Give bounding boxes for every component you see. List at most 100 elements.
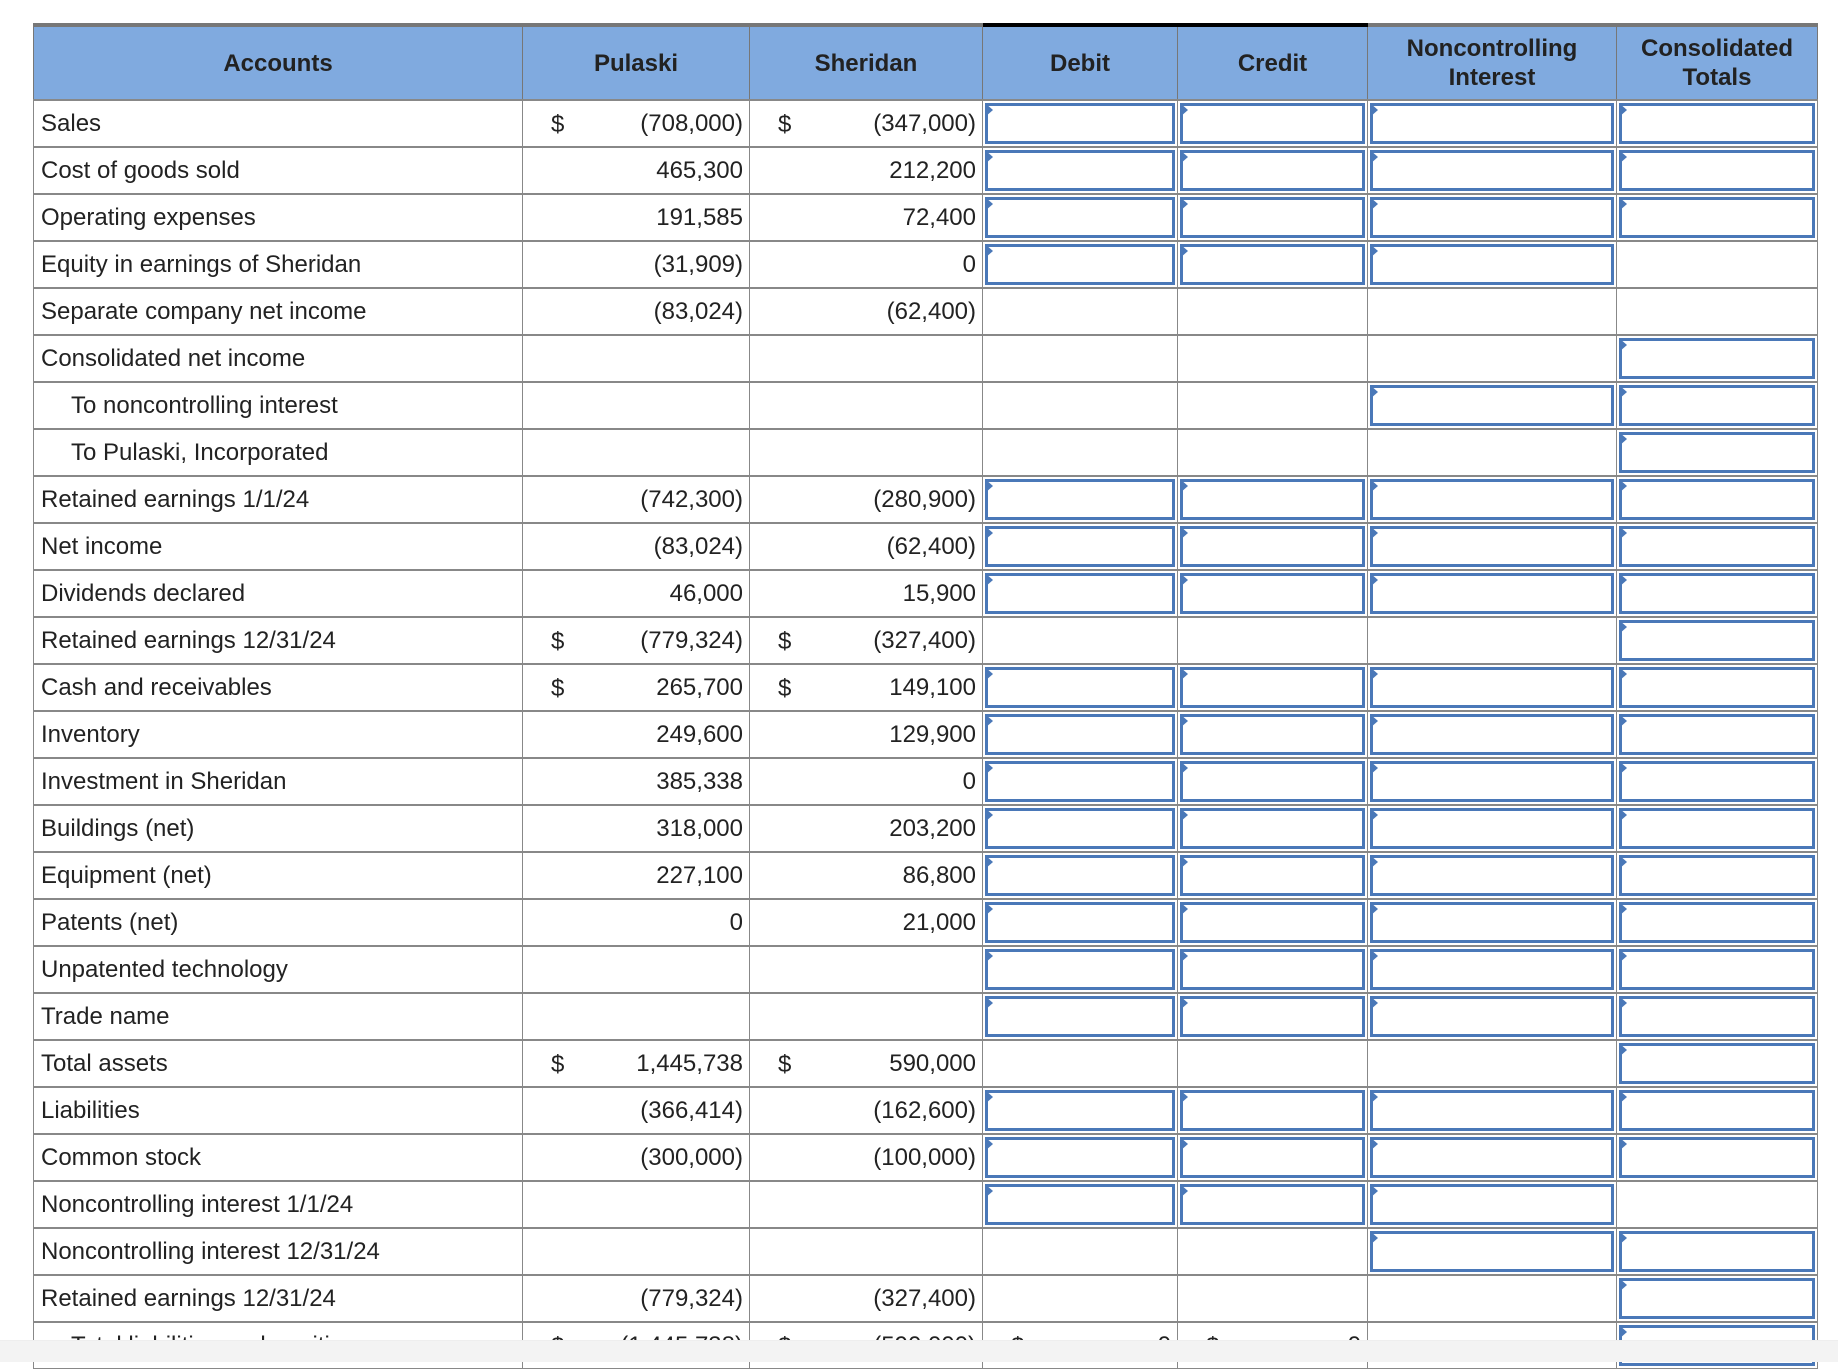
consolidated-totals-input[interactable]	[1619, 338, 1815, 379]
consolidated-totals-input[interactable]	[1619, 1278, 1815, 1319]
consolidated-totals-input[interactable]	[1619, 902, 1815, 943]
noncontrolling-interest-input[interactable]	[1370, 667, 1614, 708]
consolidated-totals-input[interactable]	[1619, 1090, 1815, 1131]
credit-cell	[1177, 851, 1368, 900]
debit-input[interactable]	[985, 761, 1175, 802]
noncontrolling-interest-input[interactable]	[1370, 714, 1614, 755]
noncontrolling-interest-input[interactable]	[1370, 573, 1614, 614]
noncontrolling-interest-input[interactable]	[1370, 526, 1614, 567]
noncontrolling-interest-input[interactable]	[1370, 855, 1614, 896]
noncontrolling-interest-input[interactable]	[1370, 996, 1614, 1037]
credit-input[interactable]	[1180, 479, 1365, 520]
credit-input[interactable]	[1180, 150, 1365, 191]
consolidated-totals-input[interactable]	[1619, 761, 1815, 802]
noncontrolling-interest-input[interactable]	[1370, 244, 1614, 285]
debit-input[interactable]	[985, 667, 1175, 708]
credit-input[interactable]	[1180, 103, 1365, 144]
noncontrolling-interest-input[interactable]	[1370, 1184, 1614, 1225]
consolidated-totals-input[interactable]	[1619, 573, 1815, 614]
table-row: Inventory 249,600 129,900	[33, 710, 1818, 759]
sheridan-cell: 0	[749, 240, 983, 289]
noncontrolling-interest-input[interactable]	[1370, 1137, 1614, 1178]
debit-input[interactable]	[985, 996, 1175, 1037]
debit-input[interactable]	[985, 714, 1175, 755]
sheridan-cell	[749, 945, 983, 994]
debit-input[interactable]	[985, 150, 1175, 191]
debit-cell	[982, 522, 1178, 571]
credit-input[interactable]	[1180, 808, 1365, 849]
pulaski-cell: 191,585	[522, 193, 750, 242]
credit-input[interactable]	[1180, 949, 1365, 990]
credit-input[interactable]	[1180, 761, 1365, 802]
account-label: Common stock	[33, 1133, 523, 1182]
debit-input[interactable]	[985, 855, 1175, 896]
consolidated-totals-input[interactable]	[1619, 667, 1815, 708]
pulaski-cell	[522, 1180, 750, 1229]
consolidated-totals-input[interactable]	[1619, 855, 1815, 896]
debit-input[interactable]	[985, 1137, 1175, 1178]
consolidated-totals-input[interactable]	[1619, 385, 1815, 426]
consolidated-totals-input[interactable]	[1619, 949, 1815, 990]
debit-input[interactable]	[985, 197, 1175, 238]
credit-input[interactable]	[1180, 526, 1365, 567]
consolidated-totals-input[interactable]	[1619, 808, 1815, 849]
debit-input[interactable]	[985, 244, 1175, 285]
noncontrolling-interest-input[interactable]	[1370, 949, 1614, 990]
credit-input[interactable]	[1180, 573, 1365, 614]
debit-input[interactable]	[985, 479, 1175, 520]
noncontrolling-interest-input[interactable]	[1370, 197, 1614, 238]
noncontrolling-interest-cell	[1367, 945, 1617, 994]
pulaski-cell	[522, 381, 750, 430]
noncontrolling-interest-input[interactable]	[1370, 902, 1614, 943]
debit-input[interactable]	[985, 902, 1175, 943]
credit-input[interactable]	[1180, 855, 1365, 896]
consolidated-totals-input[interactable]	[1619, 526, 1815, 567]
sheridan-cell: $ (347,000)	[749, 99, 983, 148]
consolidated-totals-input[interactable]	[1619, 714, 1815, 755]
noncontrolling-interest-input[interactable]	[1370, 1090, 1614, 1131]
credit-input[interactable]	[1180, 1137, 1365, 1178]
consolidated-totals-input[interactable]	[1619, 620, 1815, 661]
credit-input[interactable]	[1180, 1184, 1365, 1225]
dollar-sign: $	[551, 111, 565, 138]
consolidated-totals-input[interactable]	[1619, 996, 1815, 1037]
credit-input[interactable]	[1180, 244, 1365, 285]
consolidated-totals-input[interactable]	[1619, 1231, 1815, 1272]
debit-cell	[982, 1180, 1178, 1229]
noncontrolling-interest-input[interactable]	[1370, 1231, 1614, 1272]
debit-input[interactable]	[985, 808, 1175, 849]
consolidated-totals-input[interactable]	[1619, 432, 1815, 473]
consolidated-totals-input[interactable]	[1619, 479, 1815, 520]
consolidated-totals-input[interactable]	[1619, 197, 1815, 238]
sheridan-cell: 129,900	[749, 710, 983, 759]
credit-input[interactable]	[1180, 667, 1365, 708]
sheridan-value: (327,400)	[873, 1284, 976, 1312]
noncontrolling-interest-input[interactable]	[1370, 150, 1614, 191]
noncontrolling-interest-input[interactable]	[1370, 385, 1614, 426]
consolidated-totals-input[interactable]	[1619, 150, 1815, 191]
noncontrolling-interest-cell	[1367, 381, 1617, 430]
noncontrolling-interest-input[interactable]	[1370, 479, 1614, 520]
noncontrolling-interest-input[interactable]	[1370, 103, 1614, 144]
debit-cell	[982, 804, 1178, 853]
consolidated-totals-cell	[1616, 804, 1818, 853]
table-row: Liabilities (366,414) (162,600)	[33, 1086, 1818, 1135]
noncontrolling-interest-cell	[1367, 334, 1617, 383]
consolidated-totals-input[interactable]	[1619, 1043, 1815, 1084]
debit-input[interactable]	[985, 949, 1175, 990]
credit-input[interactable]	[1180, 714, 1365, 755]
consolidated-totals-input[interactable]	[1619, 103, 1815, 144]
debit-input[interactable]	[985, 1090, 1175, 1131]
consolidated-totals-input[interactable]	[1619, 1137, 1815, 1178]
credit-input[interactable]	[1180, 996, 1365, 1037]
debit-input[interactable]	[985, 1184, 1175, 1225]
debit-input[interactable]	[985, 526, 1175, 567]
debit-input[interactable]	[985, 103, 1175, 144]
credit-input[interactable]	[1180, 902, 1365, 943]
noncontrolling-interest-input[interactable]	[1370, 808, 1614, 849]
debit-input[interactable]	[985, 573, 1175, 614]
credit-input[interactable]	[1180, 197, 1365, 238]
credit-input[interactable]	[1180, 1090, 1365, 1131]
account-label: To Pulaski, Incorporated	[33, 428, 523, 477]
noncontrolling-interest-input[interactable]	[1370, 761, 1614, 802]
